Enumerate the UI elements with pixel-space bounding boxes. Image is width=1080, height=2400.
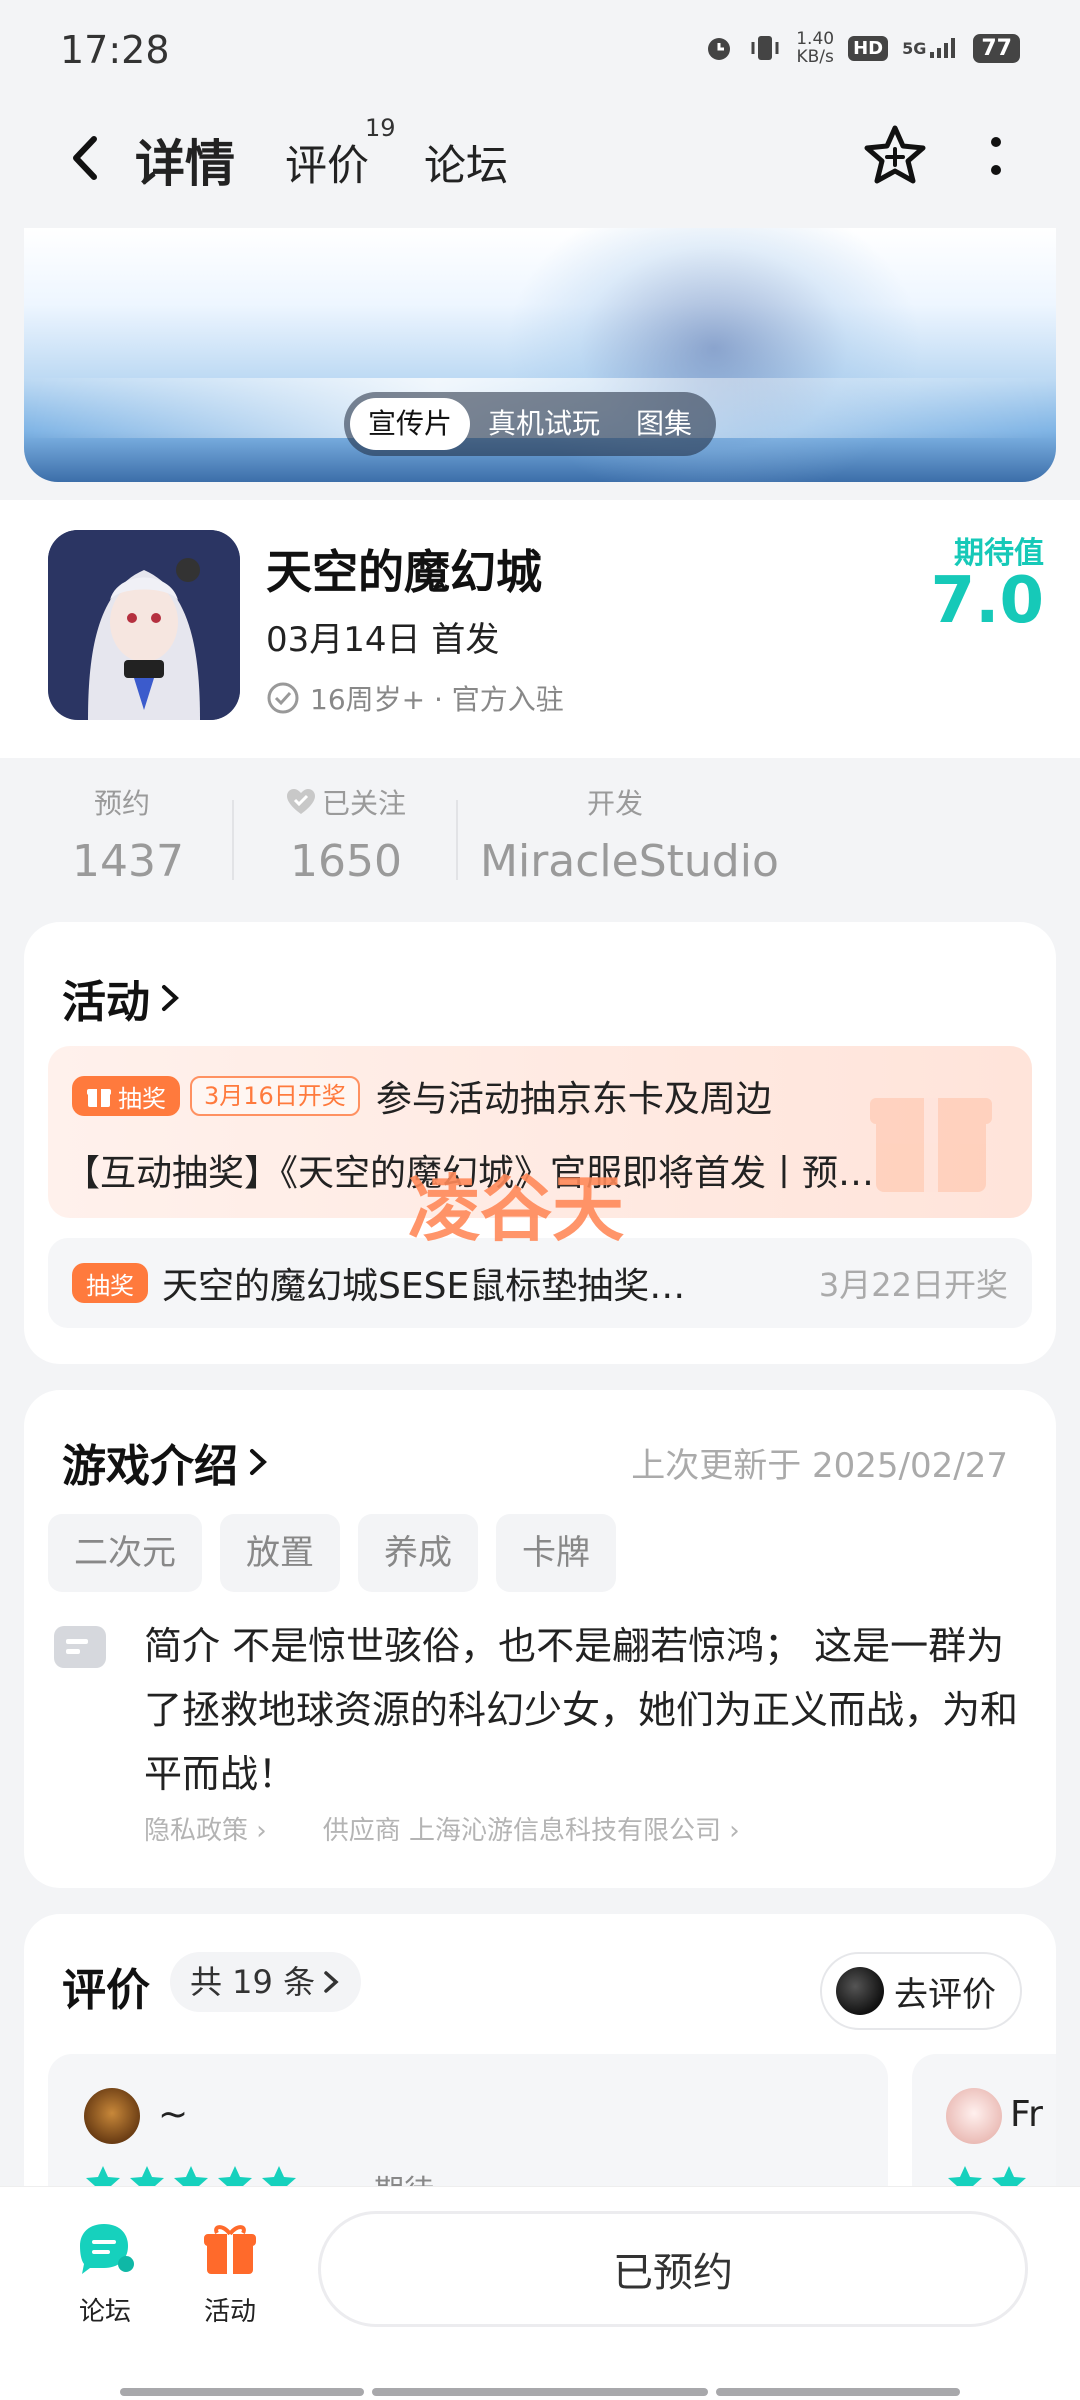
activity-highlight-title: 参与活动抽京东卡及周边 <box>375 1079 772 1120</box>
reviewer-name: Fr <box>1010 2094 1043 2135</box>
check-circle-icon <box>267 682 299 714</box>
alarm-icon <box>704 33 734 63</box>
media-tab-gallery[interactable]: 图集 <box>618 398 710 450</box>
media-tab-trial[interactable]: 真机试玩 <box>470 398 618 450</box>
stats-row: 预约 1437 已关注 1650 开发 MiracleStudio <box>0 760 1080 910</box>
user-avatar <box>836 1967 884 2015</box>
gift-icon <box>204 2225 256 2274</box>
tab-review[interactable]: 评价 19 <box>285 114 396 193</box>
media-tabs: 宣传片 真机试玩 图集 <box>344 392 717 456</box>
reviewer-avatar <box>946 2088 1002 2144</box>
stat-reservations: 预约 1437 <box>72 787 184 887</box>
battery-indicator: 77 <box>973 33 1020 63</box>
intro-card: 游戏介绍 上次更新于 2025/02/27 二次元 放置 养成 卡牌 简介 不是… <box>24 1390 1056 1888</box>
tab-detail[interactable]: 详情 <box>135 124 235 196</box>
write-review-button[interactable]: 去评价 <box>820 1952 1022 2030</box>
draw-date-tag: 3月16日开奖 <box>190 1076 360 1116</box>
document-icon <box>54 1626 106 1668</box>
media-tab-video[interactable]: 宣传片 <box>350 398 471 450</box>
intro-text: 简介 不是惊世骇俗，也不是翩若惊鸿； 这是一群为了拯救地球资源的科幻少女，她们为… <box>144 1624 1019 1796</box>
activity-item-date: 3月22日开奖 <box>818 1266 1008 1304</box>
game-meta: 16周岁+ · 官方入驻 <box>266 678 564 718</box>
tag-chip[interactable]: 二次元 <box>48 1514 202 1592</box>
tag-list: 二次元 放置 养成 卡牌 <box>48 1514 616 1592</box>
review-count-button[interactable]: 共 19 条 <box>170 1952 362 2012</box>
net-speed: 1.40 KB/s <box>796 29 835 67</box>
reviewer-avatar <box>84 2088 140 2144</box>
game-info: 天空的魔幻城 03月14日 首发 16周岁+ · 官方入驻 期待值 7.0 <box>0 500 1080 758</box>
chevron-right-icon <box>250 1449 267 1475</box>
activity-item-title: 天空的魔幻城SESE鼠标垫抽奖… <box>162 1266 686 1307</box>
release-date: 03月14日 首发 <box>266 620 500 660</box>
vibrate-icon <box>748 33 782 63</box>
media-banner[interactable]: 宣传片 真机试玩 图集 <box>24 228 1056 482</box>
expect-score: 7.0 <box>930 564 1044 638</box>
reserved-button[interactable]: 已预约 <box>318 2211 1028 2327</box>
review-count-badge: 19 <box>365 114 396 142</box>
tab-forum[interactable]: 论坛 <box>424 132 508 193</box>
review-title: 评价 <box>62 1965 150 2016</box>
activity-card: 活动 抽奖 3月16日开奖 参与活动抽京东卡及周边 【互动抽奖】《天空的魔幻城》… <box>24 922 1056 1364</box>
favorite-button[interactable] <box>860 120 930 190</box>
stat-developer[interactable]: 开发 MiracleStudio <box>480 782 779 887</box>
supplier-link[interactable]: 供应商 上海沁游信息科技有限公司 › <box>323 1810 740 1847</box>
top-nav: 详情 评价 19 论坛 <box>0 100 1080 225</box>
watermark: 凌谷天 <box>408 1167 625 1251</box>
game-icon[interactable] <box>48 530 240 720</box>
forum-button[interactable]: 论坛 <box>55 2217 155 2328</box>
page-indicator <box>716 2388 960 2396</box>
page-indicator <box>120 2388 364 2396</box>
last-updated: 上次更新于 2025/02/27 <box>631 1446 1008 1486</box>
hd-badge: HD <box>848 35 889 61</box>
activity-title[interactable]: 活动 <box>62 966 182 1030</box>
gift-icon <box>87 1089 111 1107</box>
tag-chip[interactable]: 放置 <box>220 1514 340 1592</box>
heart-check-icon <box>286 789 315 814</box>
chevron-left-icon <box>73 136 97 180</box>
bottom-action-bar: 论坛 活动 已预约 <box>0 2186 1080 2400</box>
status-bar: 17:28 1.40 KB/s HD 5G 77 <box>0 0 1080 100</box>
lottery-tag: 抽奖 <box>72 1263 148 1303</box>
signal-icon: 5G <box>902 36 959 60</box>
stat-followers: 已关注 1650 <box>282 782 410 887</box>
status-time: 17:28 <box>60 28 170 72</box>
chevron-right-icon <box>162 985 179 1011</box>
lottery-tag: 抽奖 <box>72 1076 180 1116</box>
intro-title[interactable]: 游戏介绍 <box>62 1430 270 1494</box>
intro-links: 隐私政策 › 供应商 上海沁游信息科技有限公司 › <box>144 1810 740 1847</box>
star-plus-icon <box>864 125 926 184</box>
tag-chip[interactable]: 养成 <box>358 1514 478 1592</box>
game-title: 天空的魔幻城 <box>266 545 542 599</box>
activity-button[interactable]: 活动 <box>180 2217 280 2328</box>
page-indicator <box>372 2388 708 2396</box>
chevron-right-icon <box>324 1971 339 1993</box>
reviewer-name: ~ <box>158 2094 189 2135</box>
privacy-policy-link[interactable]: 隐私政策 › <box>144 1810 267 1847</box>
status-icons: 1.40 KB/s HD 5G 77 <box>704 30 1020 66</box>
more-vertical-icon <box>991 137 1001 175</box>
tag-chip[interactable]: 卡牌 <box>496 1514 616 1592</box>
chat-icon <box>80 2224 134 2274</box>
back-button[interactable] <box>54 128 114 188</box>
more-button[interactable] <box>968 126 1024 186</box>
